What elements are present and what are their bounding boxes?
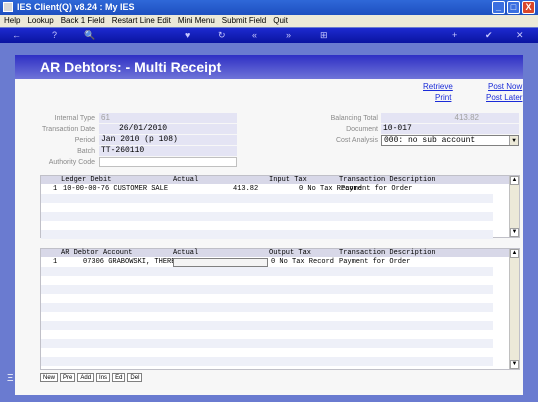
document-label: Document [346, 126, 378, 133]
debtor-header-tax: Output Tax [269, 249, 312, 257]
row-action-bar: New Pre Add Ins Ed Del [40, 373, 143, 382]
menu-mini-menu[interactable]: Mini Menu [178, 15, 215, 27]
print-link[interactable]: Print [435, 93, 451, 102]
scroll-up-icon[interactable]: ▲ [510, 176, 519, 185]
debtor-grid: AR Debtor Account Actual Output Tax Tran… [40, 248, 520, 370]
empty-row [41, 267, 493, 276]
cancel-icon[interactable]: ✕ [516, 30, 524, 41]
menu-help[interactable]: Help [4, 15, 20, 27]
previous-button[interactable]: Pre [60, 373, 76, 382]
edit-button[interactable]: Ed [112, 373, 126, 382]
add-icon[interactable]: + [452, 30, 457, 41]
document-icon[interactable]: ⊞ [320, 30, 328, 41]
authority-code-field[interactable] [99, 157, 237, 167]
title-bar: IES Client(Q) v8.24 : My IES _ □ X [0, 0, 538, 15]
rewind-icon[interactable]: « [252, 30, 257, 41]
debtor-row-description[interactable]: Payment for Order [339, 258, 410, 267]
internal-type-field: 61 [99, 113, 237, 123]
forward-icon[interactable]: » [286, 30, 291, 41]
empty-row [41, 339, 493, 348]
cost-analysis-label: Cost Analysis [335, 137, 378, 144]
ledger-row-actual[interactable]: 413.82 [233, 185, 258, 194]
debtor-header-actual: Actual [173, 249, 199, 257]
period-label: Period [74, 137, 95, 144]
ledger-header-actual: Actual [173, 176, 199, 184]
new-button[interactable]: New [40, 373, 59, 382]
back-icon[interactable]: ← [12, 30, 21, 41]
ledger-scrollbar[interactable]: ▲ ▼ [509, 176, 519, 237]
scroll-down-icon[interactable]: ▼ [510, 360, 519, 369]
menu-lookup[interactable]: Lookup [27, 15, 53, 27]
toolbar: ← ? 🔍 ♥ ↻ « » ⊞ + ✔ ✕ [0, 28, 538, 43]
period-field[interactable]: Jan 2010 (p 108) [99, 135, 237, 145]
scroll-up-icon[interactable]: ▲ [510, 249, 519, 258]
ledger-row-account[interactable]: 10-00-00-76 CUSTOMER SALE [63, 185, 168, 194]
debtor-scrollbar[interactable]: ▲ ▼ [509, 249, 519, 369]
ledger-header-tax: Input Tax [269, 176, 307, 184]
page-header: AR Debtors: - Multi Receipt [15, 55, 523, 79]
table-row[interactable]: 1 10-00-00-76 CUSTOMER SALE 413.82 0 No … [41, 185, 519, 194]
ledger-grid: Ledger Debit Actual Input Tax Transactio… [40, 175, 520, 239]
cost-analysis-select[interactable]: 000: no sub account ▼ [381, 135, 519, 146]
help-icon[interactable]: ? [52, 30, 57, 41]
minimize-button[interactable]: _ [492, 1, 505, 14]
balancing-total-label: Balancing Total [330, 115, 378, 122]
authority-code-label: Authority Code [48, 159, 95, 166]
heart-icon[interactable]: ♥ [185, 30, 190, 41]
main-panel: AR Debtors: - Multi Receipt Retrieve Pri… [15, 55, 523, 395]
ledger-header-account: Ledger Debit [61, 176, 112, 184]
post-later-link[interactable]: Post Later [486, 93, 522, 102]
refresh-icon[interactable]: ↻ [218, 30, 226, 41]
menu-submit-field[interactable]: Submit Field [222, 15, 266, 27]
internal-type-label: Internal Type [54, 115, 95, 122]
delete-button[interactable]: Del [127, 373, 143, 382]
close-button[interactable]: X [522, 1, 535, 14]
page-title: AR Debtors: - Multi Receipt [40, 59, 222, 75]
empty-row [41, 303, 493, 312]
debtor-header-description: Transaction Description [339, 249, 436, 257]
debtor-row-number: 1 [53, 258, 58, 266]
post-now-link[interactable]: Post Now [488, 82, 522, 91]
ledger-row-description[interactable]: Payment for Order [341, 185, 412, 194]
empty-row [41, 194, 493, 203]
batch-label: Batch [77, 148, 95, 155]
app-icon [3, 2, 13, 12]
transaction-date-label: Transaction Date [41, 126, 95, 133]
table-row[interactable]: 1 07306 GRABOWSKI, THERESA 0 No Tax Reco… [41, 258, 519, 267]
menu-restart-line-edit[interactable]: Restart Line Edit [112, 15, 171, 27]
empty-row [41, 321, 493, 330]
empty-row [41, 212, 493, 221]
menu-bar: Help Lookup Back 1 Field Restart Line Ed… [0, 15, 538, 27]
empty-row [41, 230, 493, 239]
empty-row [41, 357, 493, 366]
balancing-total-field: 413.82 [381, 113, 519, 123]
empty-row [41, 285, 493, 294]
side-panel-icon[interactable]: Ξ [7, 373, 14, 384]
menu-back-1-field[interactable]: Back 1 Field [61, 15, 105, 27]
batch-field[interactable]: TT-260110 [99, 146, 237, 156]
ok-icon[interactable]: ✔ [485, 30, 493, 41]
menu-quit[interactable]: Quit [273, 15, 288, 27]
debtor-grid-header: AR Debtor Account Actual Output Tax Tran… [41, 249, 519, 257]
window-title: IES Client(Q) v8.24 : My IES [17, 2, 135, 12]
maximize-button[interactable]: □ [507, 1, 520, 14]
ledger-header-description: Transaction Description [339, 176, 436, 184]
debtor-header-account: AR Debtor Account [61, 249, 133, 257]
scroll-down-icon[interactable]: ▼ [510, 228, 519, 237]
debtor-row-account[interactable]: 07306 GRABOWSKI, THERESA [83, 258, 184, 267]
search-icon[interactable]: 🔍 [84, 30, 95, 41]
ledger-row-number: 1 [53, 185, 58, 193]
chevron-down-icon[interactable]: ▼ [509, 136, 518, 145]
debtor-row-tax[interactable]: 0 No Tax Record [271, 258, 334, 267]
add-button[interactable]: Add [77, 373, 95, 382]
retrieve-link[interactable]: Retrieve [423, 82, 453, 91]
document-field[interactable]: 10-017 [381, 124, 519, 134]
ledger-grid-header: Ledger Debit Actual Input Tax Transactio… [41, 176, 519, 184]
insert-button[interactable]: Ins [96, 373, 111, 382]
transaction-date-field[interactable]: 26/01/2010 [99, 124, 237, 134]
cost-analysis-value: 000: no sub account [384, 136, 476, 145]
debtor-row-actual[interactable] [173, 258, 268, 267]
